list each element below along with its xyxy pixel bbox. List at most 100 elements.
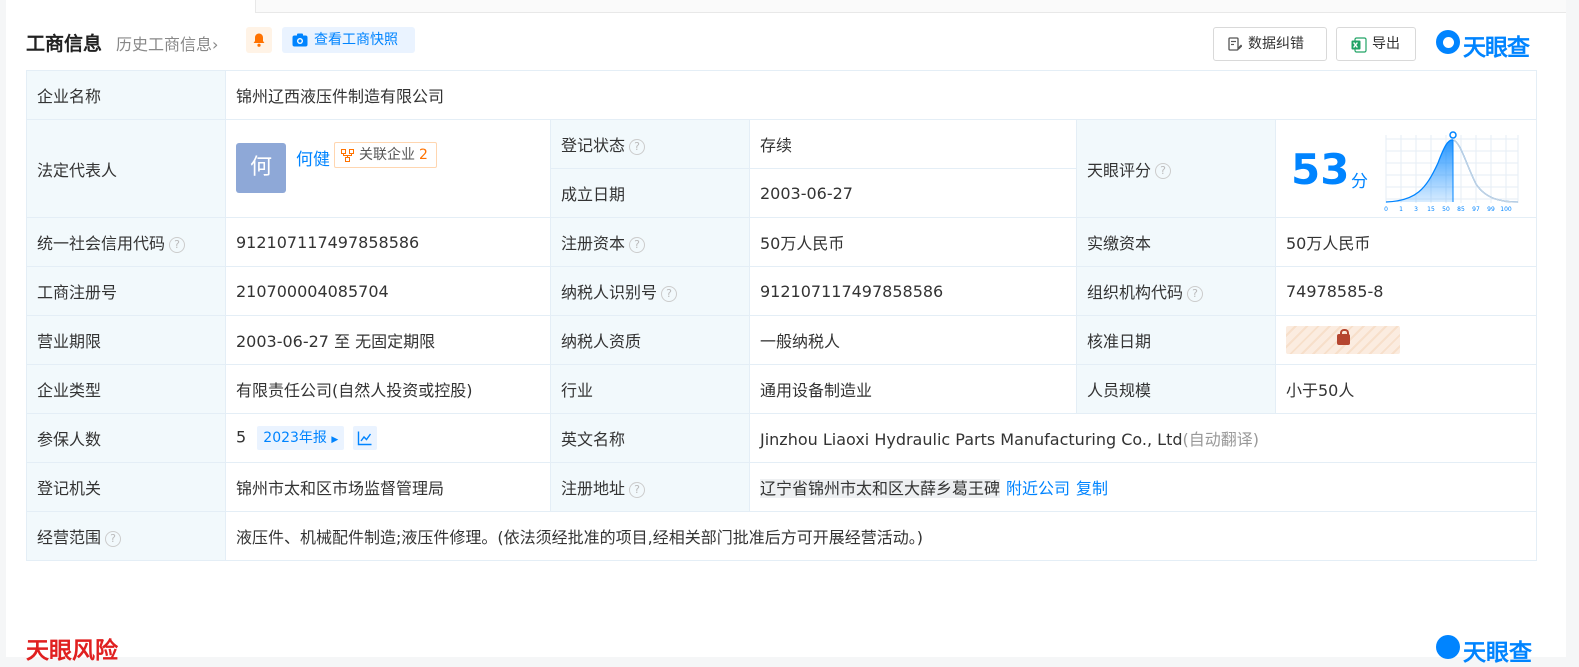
status-value: 存续 — [749, 119, 1077, 169]
table-row: 营业期限 2003-06-27 至 无固定期限 纳税人资质 一般纳税人 核准日期 — [26, 315, 1538, 365]
history-business-info-link[interactable]: 历史工商信息› — [116, 31, 218, 55]
status-label-cell: 登记状态? — [550, 119, 750, 169]
term-label: 营业期限 — [26, 315, 226, 365]
locked-value[interactable] — [1286, 326, 1400, 354]
tianyancha-logo: 天眼查 — [1436, 27, 1538, 61]
related-label: 关联企业 — [359, 146, 415, 163]
address-cell: 辽宁省锦州市太和区大薛乡葛王碑 附近公司 复制 — [748, 462, 1538, 512]
authority-value: 锦州市太和区市场监督管理局 — [225, 462, 551, 512]
score-distribution-chart: 0 1 3 15 50 85 97 99 100 — [1384, 130, 1519, 213]
trend-chart-button[interactable] — [353, 426, 378, 450]
auto-translate-note: (自动翻译) — [1182, 430, 1260, 449]
caret-right-icon: ▶ — [331, 435, 339, 445]
paid-capital-label: 实缴资本 — [1076, 217, 1276, 267]
data-correction-button[interactable]: 数据纠错 — [1213, 27, 1327, 61]
reg-no-value: 210700004085704 — [225, 266, 551, 316]
business-info-card: 工商信息 历史工商信息› 查看工商快照 数据纠错 导出 天眼查 企业名称 锦州辽… — [6, 13, 1566, 666]
company-name-label: 企业名称 — [26, 70, 226, 120]
help-icon[interactable]: ? — [629, 481, 646, 498]
top-tab-strip — [0, 0, 1579, 13]
scope-label-cell: 经营范围? — [26, 511, 226, 561]
org-chart-icon — [341, 148, 354, 162]
insured-value: 5 — [236, 427, 247, 447]
help-icon[interactable]: ? — [629, 138, 646, 155]
section-header: 工商信息 历史工商信息› 查看工商快照 数据纠错 导出 天眼查 — [26, 27, 1538, 61]
type-value: 有限责任公司(自然人投资或控股) — [225, 364, 551, 414]
annual-report-dropdown[interactable]: 2023年报 ▶ — [257, 426, 345, 450]
related-count: 2 — [419, 146, 428, 163]
business-info-table: 企业名称 锦州辽西液压件制造有限公司 法定代表人 何 何健 关联企业 2 登记状态… — [26, 70, 1538, 561]
export-label: 导出 — [1372, 36, 1400, 52]
help-icon[interactable]: ? — [661, 285, 678, 302]
industry-label: 行业 — [550, 364, 750, 414]
snapshot-label: 查看工商快照 — [314, 32, 398, 48]
score-axis-tick: 0 — [1384, 206, 1388, 213]
view-snapshot-button[interactable]: 查看工商快照 — [282, 27, 415, 53]
table-row: 工商注册号 210700004085704 纳税人识别号? 9121071174… — [26, 266, 1538, 316]
industry-value: 通用设备制造业 — [749, 364, 1077, 414]
eye-logo-icon — [1436, 30, 1460, 54]
next-section-title: 天眼风险 — [26, 638, 118, 664]
established-label: 成立日期 — [550, 168, 750, 218]
export-button[interactable]: 导出 — [1336, 27, 1416, 61]
table-row: 参保人数 5 2023年报 ▶ 英文名称 Jinzhou Liaoxi Hydr… — [26, 413, 1538, 463]
bell-icon[interactable] — [246, 27, 272, 53]
avatar[interactable]: 何 — [236, 142, 286, 193]
history-link-label: 历史工商信息 — [116, 35, 213, 54]
staff-label: 人员规模 — [1076, 364, 1276, 414]
address-label-cell: 注册地址? — [550, 462, 750, 512]
active-tab[interactable] — [6, 0, 256, 13]
reg-no-label: 工商注册号 — [26, 266, 226, 316]
insured-cell: 5 2023年报 ▶ — [225, 413, 551, 463]
score-label-cell: 天眼评分? — [1076, 119, 1276, 218]
english-label: 英文名称 — [550, 413, 750, 463]
score-cell[interactable]: 53 分 0 1 3 15 50 85 97 99 100 — [1274, 119, 1538, 218]
score-axis-tick: 97 — [1472, 206, 1480, 213]
copy-address-link[interactable]: 复制 — [1076, 479, 1108, 498]
score-axis-tick: 100 — [1500, 206, 1512, 213]
chevron-right-icon: › — [212, 35, 219, 54]
taxpayer-id-label-cell: 纳税人识别号? — [550, 266, 750, 316]
taxpayer-id-label: 纳税人识别号 — [561, 283, 658, 302]
eye-logo-icon — [1436, 635, 1460, 659]
approval-date-cell — [1274, 315, 1538, 365]
data-correction-label: 数据纠错 — [1248, 36, 1304, 52]
credit-code-label-cell: 统一社会信用代码? — [26, 217, 226, 267]
tab-bar — [6, 0, 1566, 13]
type-label: 企业类型 — [26, 364, 226, 414]
score-axis-tick: 85 — [1457, 206, 1465, 213]
legal-rep-label: 法定代表人 — [26, 119, 226, 218]
score-unit: 分 — [1351, 171, 1368, 192]
nearby-companies-link[interactable]: 附近公司 — [1006, 479, 1070, 498]
help-icon[interactable]: ? — [169, 236, 186, 253]
taxpayer-qual-label: 纳税人资质 — [550, 315, 750, 365]
scope-label: 经营范围 — [37, 528, 102, 547]
insured-label: 参保人数 — [26, 413, 226, 463]
score-label: 天眼评分 — [1087, 160, 1152, 180]
table-row: 登记机关 锦州市太和区市场监督管理局 注册地址? 辽宁省锦州市太和区大薛乡葛王碑… — [26, 462, 1538, 512]
brand-text-footer: 天眼查 — [1463, 640, 1532, 666]
help-icon[interactable]: ? — [1187, 285, 1204, 302]
reg-capital-value: 50万人民币 — [749, 217, 1077, 267]
brand-text: 天眼查 — [1463, 35, 1530, 61]
paid-capital-value: 50万人民币 — [1274, 217, 1538, 267]
table-row: 企业类型 有限责任公司(自然人投资或控股) 行业 通用设备制造业 人员规模 小于… — [26, 364, 1538, 414]
score-axis-tick: 99 — [1487, 206, 1495, 213]
legal-rep-name-link[interactable]: 何健 — [296, 145, 330, 170]
section-title: 工商信息 — [26, 33, 103, 55]
help-icon[interactable]: ? — [629, 236, 646, 253]
org-code-value: 74978585-8 — [1274, 266, 1538, 316]
scope-value: 液压件、机械配件制造;液压件修理。(依法须经批准的项目,经相关部门批准后方可开展… — [224, 511, 1538, 561]
help-icon[interactable]: ? — [105, 530, 122, 547]
score-axis-tick: 15 — [1427, 206, 1435, 213]
address-value: 辽宁省锦州市太和区大薛乡葛王碑 — [760, 479, 1001, 498]
org-code-label-cell: 组织机构代码? — [1076, 266, 1276, 316]
term-value: 2003-06-27 至 无固定期限 — [225, 315, 551, 365]
related-companies-badge[interactable]: 关联企业 2 — [334, 141, 437, 168]
help-icon[interactable]: ? — [1155, 163, 1172, 179]
credit-code-label: 统一社会信用代码 — [37, 234, 166, 253]
authority-label: 登记机关 — [26, 462, 226, 512]
approval-date-label: 核准日期 — [1076, 315, 1276, 365]
established-value: 2003-06-27 — [749, 168, 1077, 218]
table-row: 经营范围? 液压件、机械配件制造;液压件修理。(依法须经批准的项目,经相关部门批… — [26, 511, 1538, 561]
